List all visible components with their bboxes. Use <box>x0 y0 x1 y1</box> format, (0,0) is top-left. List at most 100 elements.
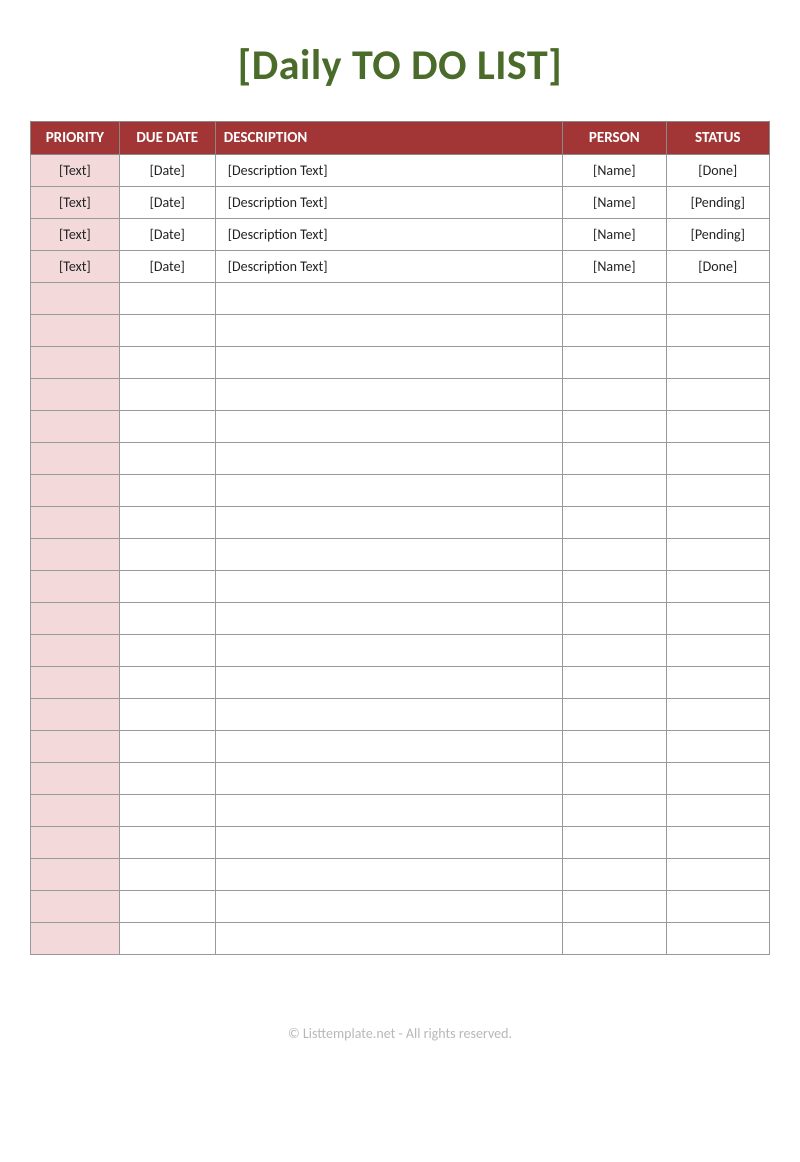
table-row-empty <box>31 507 770 539</box>
cell-person <box>563 667 666 699</box>
table-row-empty <box>31 635 770 667</box>
cell-person <box>563 507 666 539</box>
table-row-empty <box>31 315 770 347</box>
cell-duedate <box>119 347 215 379</box>
cell-duedate <box>119 507 215 539</box>
cell-status <box>666 411 769 443</box>
cell-person <box>563 475 666 507</box>
cell-priority <box>31 379 120 411</box>
cell-description <box>215 315 562 347</box>
col-header-duedate: DUE DATE <box>119 122 215 155</box>
document-page: [Daily TO DO LIST] PRIORITY DUE DATE DES… <box>0 0 800 1042</box>
cell-person <box>563 379 666 411</box>
table-row-empty <box>31 283 770 315</box>
cell-description <box>215 731 562 763</box>
cell-priority <box>31 603 120 635</box>
cell-status <box>666 347 769 379</box>
cell-status <box>666 923 769 955</box>
cell-person <box>563 923 666 955</box>
cell-description: [Description Text] <box>215 219 562 251</box>
cell-duedate <box>119 379 215 411</box>
cell-description <box>215 443 562 475</box>
cell-person <box>563 827 666 859</box>
cell-status <box>666 283 769 315</box>
cell-description <box>215 891 562 923</box>
cell-description <box>215 667 562 699</box>
cell-status <box>666 475 769 507</box>
table-row-empty <box>31 667 770 699</box>
table-header-row: PRIORITY DUE DATE DESCRIPTION PERSON STA… <box>31 122 770 155</box>
table-row-empty <box>31 731 770 763</box>
cell-priority <box>31 315 120 347</box>
cell-duedate <box>119 443 215 475</box>
cell-priority <box>31 699 120 731</box>
table-row-empty <box>31 411 770 443</box>
cell-description: [Description Text] <box>215 251 562 283</box>
cell-status <box>666 379 769 411</box>
cell-duedate: [Date] <box>119 219 215 251</box>
table-row: [Text][Date][Description Text][Name][Pen… <box>31 219 770 251</box>
cell-person <box>563 315 666 347</box>
cell-description <box>215 539 562 571</box>
cell-priority <box>31 795 120 827</box>
table-row-empty <box>31 347 770 379</box>
cell-duedate <box>119 475 215 507</box>
cell-priority <box>31 731 120 763</box>
cell-priority <box>31 571 120 603</box>
cell-person <box>563 571 666 603</box>
cell-status <box>666 443 769 475</box>
cell-duedate <box>119 699 215 731</box>
cell-status <box>666 699 769 731</box>
page-title: [Daily TO DO LIST] <box>30 40 770 91</box>
cell-status <box>666 795 769 827</box>
cell-priority <box>31 347 120 379</box>
cell-description <box>215 283 562 315</box>
cell-description <box>215 347 562 379</box>
cell-priority <box>31 507 120 539</box>
cell-status <box>666 507 769 539</box>
cell-person: [Name] <box>563 155 666 187</box>
cell-person <box>563 731 666 763</box>
cell-priority <box>31 859 120 891</box>
table-row-empty <box>31 539 770 571</box>
cell-status: [Done] <box>666 251 769 283</box>
cell-priority <box>31 763 120 795</box>
table-row-empty <box>31 763 770 795</box>
table-row: [Text][Date][Description Text][Name][Pen… <box>31 187 770 219</box>
cell-status <box>666 667 769 699</box>
col-header-description: DESCRIPTION <box>215 122 562 155</box>
cell-description <box>215 475 562 507</box>
cell-duedate <box>119 827 215 859</box>
cell-description <box>215 571 562 603</box>
cell-duedate <box>119 891 215 923</box>
cell-duedate: [Date] <box>119 187 215 219</box>
cell-description: [Description Text] <box>215 187 562 219</box>
cell-duedate <box>119 635 215 667</box>
table-row-empty <box>31 699 770 731</box>
cell-duedate <box>119 795 215 827</box>
cell-description <box>215 795 562 827</box>
cell-status <box>666 315 769 347</box>
col-header-person: PERSON <box>563 122 666 155</box>
cell-description <box>215 603 562 635</box>
cell-status <box>666 635 769 667</box>
cell-duedate <box>119 763 215 795</box>
table-row-empty <box>31 859 770 891</box>
cell-description <box>215 763 562 795</box>
cell-priority <box>31 891 120 923</box>
cell-status <box>666 731 769 763</box>
cell-duedate <box>119 539 215 571</box>
cell-description <box>215 379 562 411</box>
cell-person <box>563 539 666 571</box>
cell-person: [Name] <box>563 187 666 219</box>
cell-person: [Name] <box>563 251 666 283</box>
cell-duedate <box>119 859 215 891</box>
cell-status <box>666 859 769 891</box>
cell-status <box>666 827 769 859</box>
table-row-empty <box>31 475 770 507</box>
cell-duedate: [Date] <box>119 155 215 187</box>
cell-priority <box>31 283 120 315</box>
cell-person: [Name] <box>563 219 666 251</box>
cell-description <box>215 923 562 955</box>
cell-person <box>563 635 666 667</box>
